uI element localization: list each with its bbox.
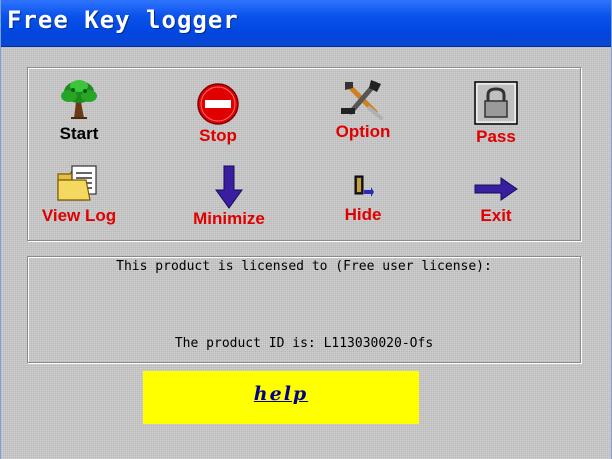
start-button[interactable]: Start (19, 76, 139, 148)
minimize-button[interactable]: Minimize (169, 162, 289, 234)
hide-button[interactable]: Hide (303, 162, 423, 234)
arrow-down-icon (215, 165, 243, 209)
window-title: Free Key logger (7, 6, 239, 34)
start-label: Start (59, 124, 99, 143)
help-button[interactable]: help (143, 371, 419, 424)
view-log-label: View Log (41, 206, 117, 225)
help-link[interactable]: help (143, 383, 419, 405)
folder-icon (57, 165, 97, 201)
hide-label: Hide (344, 205, 382, 224)
minimize-label: Minimize (193, 209, 265, 228)
title-bar[interactable]: Free Key logger (1, 0, 611, 47)
tools-icon (341, 80, 383, 120)
pass-label: Pass (476, 127, 516, 146)
toolbar-panel: Start Stop Option Pass View Log Minimize… (27, 67, 581, 241)
pass-button[interactable]: Pass (436, 76, 556, 148)
view-log-button[interactable]: View Log (19, 162, 139, 234)
stop-icon (197, 83, 239, 125)
lock-icon (474, 81, 518, 125)
stop-button[interactable]: Stop (158, 76, 278, 148)
tree-icon (61, 80, 97, 119)
option-button[interactable]: Option (303, 76, 423, 148)
license-text: This product is licensed to (Free user l… (116, 259, 492, 274)
option-label: Option (335, 122, 391, 141)
app-window: Free Key logger Start Stop Option Pass V… (0, 0, 612, 459)
hide-icon (354, 175, 374, 197)
product-id-text: The product ID is: L113030020-Ofs (174, 336, 434, 351)
stop-label: Stop (199, 126, 237, 145)
license-info-panel: This product is licensed to (Free user l… (27, 256, 581, 363)
exit-button[interactable]: Exit (436, 162, 556, 234)
arrow-right-icon (474, 177, 518, 201)
exit-label: Exit (480, 206, 512, 225)
